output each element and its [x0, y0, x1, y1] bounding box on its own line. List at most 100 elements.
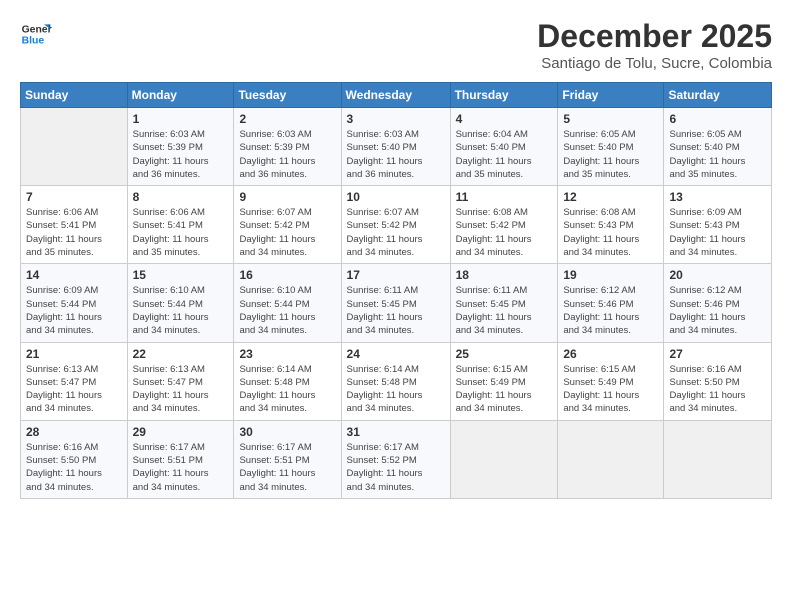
day-number: 7: [26, 190, 122, 204]
day-info: Sunrise: 6:11 AM Sunset: 5:45 PM Dayligh…: [347, 284, 445, 337]
day-cell: 25 Sunrise: 6:15 AM Sunset: 5:49 PM Dayli…: [450, 342, 558, 420]
day-number: 13: [669, 190, 766, 204]
day-number: 26: [563, 347, 658, 361]
weekday-header-tuesday: Tuesday: [234, 83, 341, 108]
day-cell: [664, 420, 772, 498]
day-cell: 29 Sunrise: 6:17 AM Sunset: 5:51 PM Dayli…: [127, 420, 234, 498]
logo-icon: General Blue: [20, 18, 52, 50]
weekday-header-saturday: Saturday: [664, 83, 772, 108]
day-cell: 27 Sunrise: 6:16 AM Sunset: 5:50 PM Dayli…: [664, 342, 772, 420]
day-info: Sunrise: 6:04 AM Sunset: 5:40 PM Dayligh…: [456, 128, 553, 181]
day-info: Sunrise: 6:13 AM Sunset: 5:47 PM Dayligh…: [133, 363, 229, 416]
day-info: Sunrise: 6:12 AM Sunset: 5:46 PM Dayligh…: [563, 284, 658, 337]
day-number: 9: [239, 190, 335, 204]
day-cell: 2Sunrise: 6:03 AM Sunset: 5:39 PM Daylig…: [234, 108, 341, 186]
weekday-header-wednesday: Wednesday: [341, 83, 450, 108]
day-number: 29: [133, 425, 229, 439]
day-number: 8: [133, 190, 229, 204]
week-row-5: 28 Sunrise: 6:16 AM Sunset: 5:50 PM Dayli…: [21, 420, 772, 498]
day-number: 6: [669, 112, 766, 126]
day-cell: 15 Sunrise: 6:10 AM Sunset: 5:44 PM Dayli…: [127, 264, 234, 342]
day-info: Sunrise: 6:07 AM Sunset: 5:42 PM Dayligh…: [239, 206, 335, 259]
day-cell: 8 Sunrise: 6:06 AM Sunset: 5:41 PM Daylig…: [127, 186, 234, 264]
day-cell: 12Sunrise: 6:08 AM Sunset: 5:43 PM Dayli…: [558, 186, 664, 264]
logo: General Blue: [20, 18, 56, 50]
day-cell: 11Sunrise: 6:08 AM Sunset: 5:42 PM Dayli…: [450, 186, 558, 264]
day-cell: 31 Sunrise: 6:17 AM Sunset: 5:52 PM Dayli…: [341, 420, 450, 498]
weekday-header-monday: Monday: [127, 83, 234, 108]
page-header: General Blue December 2025 Santiago de T…: [20, 18, 772, 72]
day-info: Sunrise: 6:14 AM Sunset: 5:48 PM Dayligh…: [239, 363, 335, 416]
day-info: Sunrise: 6:12 AM Sunset: 5:46 PM Dayligh…: [669, 284, 766, 337]
day-cell: 22 Sunrise: 6:13 AM Sunset: 5:47 PM Dayli…: [127, 342, 234, 420]
day-info: Sunrise: 6:13 AM Sunset: 5:47 PM Dayligh…: [26, 363, 122, 416]
day-number: 22: [133, 347, 229, 361]
svg-text:Blue: Blue: [22, 36, 45, 47]
day-number: 28: [26, 425, 122, 439]
day-cell: 13 Sunrise: 6:09 AM Sunset: 5:43 PM Dayli…: [664, 186, 772, 264]
day-cell: 26 Sunrise: 6:15 AM Sunset: 5:49 PM Dayli…: [558, 342, 664, 420]
day-info: Sunrise: 6:17 AM Sunset: 5:51 PM Dayligh…: [133, 441, 229, 494]
day-info: Sunrise: 6:03 AM Sunset: 5:39 PM Dayligh…: [133, 128, 229, 181]
day-number: 19: [563, 268, 658, 282]
day-number: 10: [347, 190, 445, 204]
day-cell: 6 Sunrise: 6:05 AM Sunset: 5:40 PM Daylig…: [664, 108, 772, 186]
day-number: 31: [347, 425, 445, 439]
day-number: 27: [669, 347, 766, 361]
day-info: Sunrise: 6:17 AM Sunset: 5:52 PM Dayligh…: [347, 441, 445, 494]
day-cell: 23Sunrise: 6:14 AM Sunset: 5:48 PM Dayli…: [234, 342, 341, 420]
day-cell: 5Sunrise: 6:05 AM Sunset: 5:40 PM Daylig…: [558, 108, 664, 186]
day-info: Sunrise: 6:16 AM Sunset: 5:50 PM Dayligh…: [26, 441, 122, 494]
day-info: Sunrise: 6:09 AM Sunset: 5:44 PM Dayligh…: [26, 284, 122, 337]
day-info: Sunrise: 6:15 AM Sunset: 5:49 PM Dayligh…: [563, 363, 658, 416]
day-info: Sunrise: 6:14 AM Sunset: 5:48 PM Dayligh…: [347, 363, 445, 416]
day-number: 25: [456, 347, 553, 361]
week-row-2: 7 Sunrise: 6:06 AM Sunset: 5:41 PM Daylig…: [21, 186, 772, 264]
day-info: Sunrise: 6:06 AM Sunset: 5:41 PM Dayligh…: [133, 206, 229, 259]
day-info: Sunrise: 6:15 AM Sunset: 5:49 PM Dayligh…: [456, 363, 553, 416]
day-number: 18: [456, 268, 553, 282]
day-number: 24: [347, 347, 445, 361]
weekday-header-thursday: Thursday: [450, 83, 558, 108]
day-number: 20: [669, 268, 766, 282]
day-number: 2: [239, 112, 335, 126]
day-number: 15: [133, 268, 229, 282]
weekday-header-sunday: Sunday: [21, 83, 128, 108]
day-cell: 3Sunrise: 6:03 AM Sunset: 5:40 PM Daylig…: [341, 108, 450, 186]
day-info: Sunrise: 6:05 AM Sunset: 5:40 PM Dayligh…: [563, 128, 658, 181]
day-cell: 14 Sunrise: 6:09 AM Sunset: 5:44 PM Dayli…: [21, 264, 128, 342]
day-cell: [450, 420, 558, 498]
day-cell: 30 Sunrise: 6:17 AM Sunset: 5:51 PM Dayli…: [234, 420, 341, 498]
day-cell: 16 Sunrise: 6:10 AM Sunset: 5:44 PM Dayli…: [234, 264, 341, 342]
day-number: 3: [347, 112, 445, 126]
calendar-table: SundayMondayTuesdayWednesdayThursdayFrid…: [20, 82, 772, 499]
day-number: 30: [239, 425, 335, 439]
day-number: 12: [563, 190, 658, 204]
day-number: 4: [456, 112, 553, 126]
day-number: 1: [133, 112, 229, 126]
day-info: Sunrise: 6:10 AM Sunset: 5:44 PM Dayligh…: [133, 284, 229, 337]
week-row-1: 1 Sunrise: 6:03 AM Sunset: 5:39 PM Daylig…: [21, 108, 772, 186]
day-number: 21: [26, 347, 122, 361]
day-info: Sunrise: 6:09 AM Sunset: 5:43 PM Dayligh…: [669, 206, 766, 259]
day-cell: 19 Sunrise: 6:12 AM Sunset: 5:46 PM Dayli…: [558, 264, 664, 342]
day-number: 14: [26, 268, 122, 282]
week-row-3: 14 Sunrise: 6:09 AM Sunset: 5:44 PM Dayli…: [21, 264, 772, 342]
day-info: Sunrise: 6:17 AM Sunset: 5:51 PM Dayligh…: [239, 441, 335, 494]
day-cell: 18Sunrise: 6:11 AM Sunset: 5:45 PM Dayli…: [450, 264, 558, 342]
weekday-header-friday: Friday: [558, 83, 664, 108]
weekday-header-row: SundayMondayTuesdayWednesdayThursdayFrid…: [21, 83, 772, 108]
day-info: Sunrise: 6:05 AM Sunset: 5:40 PM Dayligh…: [669, 128, 766, 181]
month-title: December 2025: [537, 18, 772, 55]
day-cell: 7Sunrise: 6:06 AM Sunset: 5:41 PM Daylig…: [21, 186, 128, 264]
day-info: Sunrise: 6:07 AM Sunset: 5:42 PM Dayligh…: [347, 206, 445, 259]
day-cell: 24 Sunrise: 6:14 AM Sunset: 5:48 PM Dayli…: [341, 342, 450, 420]
day-number: 16: [239, 268, 335, 282]
location-subtitle: Santiago de Tolu, Sucre, Colombia: [537, 55, 772, 72]
day-info: Sunrise: 6:16 AM Sunset: 5:50 PM Dayligh…: [669, 363, 766, 416]
day-cell: [21, 108, 128, 186]
day-cell: 9 Sunrise: 6:07 AM Sunset: 5:42 PM Daylig…: [234, 186, 341, 264]
day-cell: 1 Sunrise: 6:03 AM Sunset: 5:39 PM Daylig…: [127, 108, 234, 186]
day-info: Sunrise: 6:10 AM Sunset: 5:44 PM Dayligh…: [239, 284, 335, 337]
day-cell: 20 Sunrise: 6:12 AM Sunset: 5:46 PM Dayli…: [664, 264, 772, 342]
